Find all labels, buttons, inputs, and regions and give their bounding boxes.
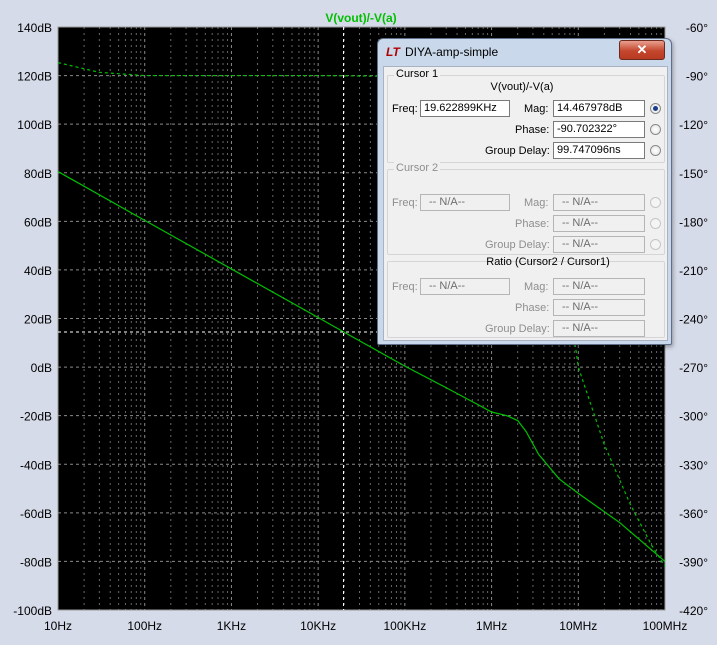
ratio-freq-label: Freq: [392,281,418,293]
x-tick-label: 100KHz [384,619,427,633]
x-tick-label: 10MHz [559,619,597,633]
cursor1-group: Cursor 1 V(vout)/-V(a) Freq: 19.622899KH… [387,68,665,163]
cursor1-mag-field[interactable]: 14.467978dB [553,100,645,117]
ratio-phase-label: Phase: [515,302,550,314]
cursor2-gd-radio [650,239,661,250]
cursor2-gd-label: Group Delay: [485,239,550,251]
cursor2-phase-field: -- N/A-- [553,215,645,232]
y-left-tick-label: 40dB [24,264,52,278]
cursor1-gd-radio[interactable] [650,145,661,156]
ratio-title: Ratio (Cursor2 / Cursor1) [486,256,610,268]
y-right-tick-label: -240° [679,313,708,327]
y-right-tick-label: -150° [679,167,708,181]
x-tick-label: 100Hz [127,619,162,633]
y-left-tick-label: 140dB [17,21,52,35]
y-right-tick-label: -300° [679,410,708,424]
cursor1-mag-label: Mag: [524,103,549,115]
y-right-tick-label: -390° [679,555,708,569]
x-tick-label: 10KHz [300,619,336,633]
ratio-gd-field: -- N/A-- [553,320,645,337]
x-tick-label: 1KHz [217,619,246,633]
ratio-mag-field: -- N/A-- [553,278,645,295]
cursor1-phase-radio[interactable] [650,124,661,135]
y-right-tick-label: -270° [679,361,708,375]
y-axis-right-labels: -60° -90° -120° -150° -180° -210° -240° -270° -3… [679,21,708,618]
y-left-tick-label: -80dB [20,555,52,569]
cursor2-mag-radio [650,197,661,208]
cursor2-freq-field: -- N/A-- [420,194,510,211]
cursor2-mag-label: Mag: [524,197,549,209]
trace-title[interactable]: V(vout)/-V(a) [325,11,396,25]
cursor2-group: Cursor 2 Freq: -- N/A-- Mag: -- N/A-- Ph… [387,162,665,255]
y-right-tick-label: -360° [679,507,708,521]
cursor1-phase-field[interactable]: -90.702322° [553,121,645,138]
ratio-freq-field: -- N/A-- [420,278,510,295]
y-left-tick-label: 80dB [24,167,52,181]
cursor2-gd-field: -- N/A-- [553,236,645,253]
y-left-tick-label: -20dB [20,410,52,424]
y-right-tick-label: -90° [686,70,708,84]
ltspice-logo-icon: LT [386,45,400,59]
y-right-tick-label: -60° [686,21,708,35]
cursor1-phase-label: Phase: [515,124,550,136]
y-left-tick-label: 20dB [24,313,52,327]
cursor2-phase-label: Phase: [515,218,550,230]
cursor1-mag-radio[interactable] [650,103,661,114]
y-right-tick-label: -330° [679,458,708,472]
ratio-group: Ratio (Cursor2 / Cursor1) Freq: -- N/A--… [387,256,665,338]
cursor1-gd-field[interactable]: 99.747096ns [553,142,645,159]
ratio-phase-field: -- N/A-- [553,299,645,316]
y-left-tick-label: -40dB [20,458,52,472]
y-left-tick-label: -60dB [20,507,52,521]
dialog-titlebar[interactable]: LT DIYA-amp-simple ✕ [378,39,671,65]
y-right-tick-label: -120° [679,118,708,132]
cursor2-title: Cursor 2 [394,162,441,174]
ratio-gd-label: Group Delay: [485,323,550,335]
ratio-mag-label: Mag: [524,281,549,293]
x-tick-label: 10Hz [44,619,72,633]
y-axis-left-labels: 140dB 120dB 100dB 80dB 60dB 40dB 20dB 0dB -20dB -… [13,21,52,618]
cursor-dialog[interactable]: LT DIYA-amp-simple ✕ Cursor 1 V(vout)/-V… [377,38,672,345]
cursor1-trace-name: V(vout)/-V(a) [490,81,554,93]
y-left-tick-label: 100dB [17,118,52,132]
cursor1-freq-label: Freq: [392,103,418,115]
dialog-title: DIYA-amp-simple [405,45,499,59]
cursor2-mag-field: -- N/A-- [553,194,645,211]
cursor1-title: Cursor 1 [394,68,441,80]
x-tick-label: 1MHz [476,619,507,633]
cursor1-gd-label: Group Delay: [485,145,550,157]
dialog-body: Cursor 1 V(vout)/-V(a) Freq: 19.622899KH… [383,66,668,341]
y-right-tick-label: -420° [679,604,708,618]
x-tick-label: 100MHz [643,619,688,633]
y-left-tick-label: 60dB [24,215,52,229]
y-left-tick-label: 0dB [31,361,52,375]
cursor2-phase-radio [650,218,661,229]
close-button[interactable]: ✕ [619,40,665,60]
y-right-tick-label: -210° [679,264,708,278]
x-axis-labels: 10Hz 100Hz 1KHz 10KHz 100KHz 1MHz 10MHz 100MHz [44,619,687,633]
y-left-tick-label: -100dB [13,604,52,618]
cursor1-freq-field[interactable]: 19.622899KHz [420,100,510,117]
cursor2-freq-label: Freq: [392,197,418,209]
y-left-tick-label: 120dB [17,70,52,84]
y-right-tick-label: -180° [679,215,708,229]
